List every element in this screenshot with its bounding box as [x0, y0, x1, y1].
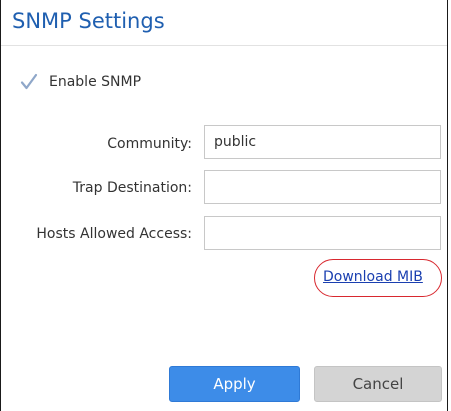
enable-snmp-checkbox[interactable]	[20, 73, 38, 91]
trap-destination-label: Trap Destination:	[72, 180, 192, 196]
trap-destination-input[interactable]	[204, 170, 441, 204]
enable-snmp-label: Enable SNMP	[49, 74, 142, 90]
cancel-button[interactable]: Cancel	[314, 366, 442, 402]
hosts-allowed-access-input[interactable]	[204, 216, 441, 250]
community-label: Community:	[107, 136, 192, 152]
apply-button[interactable]: Apply	[169, 366, 300, 402]
checkmark-icon	[20, 73, 38, 90]
community-input[interactable]	[204, 125, 441, 159]
title-divider	[1, 45, 447, 46]
download-mib-link[interactable]: Download MIB	[323, 269, 423, 285]
snmp-settings-panel: SNMP Settings Enable SNMP Community: Tra…	[0, 0, 448, 411]
download-mib-highlight: Download MIB	[314, 259, 442, 297]
hosts-allowed-access-label: Hosts Allowed Access:	[36, 226, 192, 242]
panel-title: SNMP Settings	[12, 9, 165, 33]
